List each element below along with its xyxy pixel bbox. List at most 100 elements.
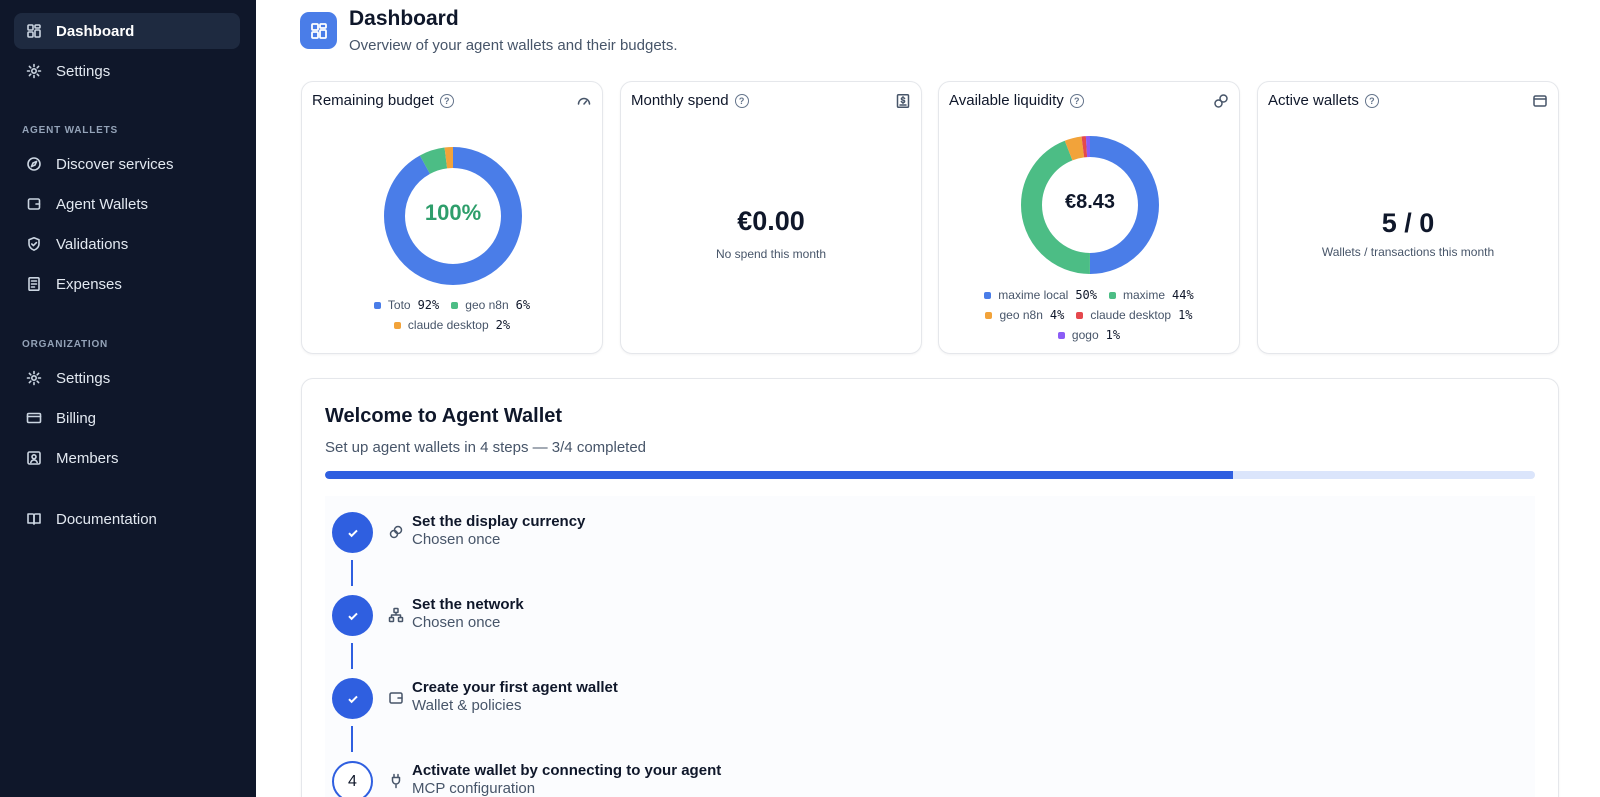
legend-label: gogo [1071,328,1099,342]
help-icon[interactable]: ? [439,93,454,108]
legend-label: maxime [1123,288,1166,302]
step-title: Activate wallet by connecting to your ag… [412,762,722,779]
step-title: Set the display currency [412,513,586,530]
legend-value: 2% [495,318,511,332]
legend-swatch [984,291,992,299]
setup-progress-bar [325,471,1535,479]
sidebar-item-billing[interactable]: Billing [14,400,240,436]
monthly-spend-value: €0.00 [737,206,805,236]
legend-value: 1% [1178,308,1193,322]
sidebar-item-label: Settings [56,62,111,80]
card-title: Remaining budget ? [312,92,454,109]
dashboard-icon [300,12,337,49]
sidebar-item-members[interactable]: Members [14,440,240,476]
legend-value: 6% [515,298,531,312]
check-icon [332,512,373,553]
user-square-icon [26,450,42,466]
legend-swatch [1109,291,1116,299]
sidebar-item-label: Settings [56,369,111,387]
sidebar-item-settings[interactable]: Settings [14,53,240,89]
setup-progress-fill [325,471,1233,479]
welcome-subtitle: Set up agent wallets in 4 steps — 3/4 co… [325,439,647,456]
sidebar-item-documentation[interactable]: Documentation [14,501,240,537]
sidebar-item-validations[interactable]: Validations [14,226,240,262]
legend-value: 92% [417,298,440,312]
step-connector [351,560,353,586]
step-number: 4 [332,761,373,797]
active-wallets-value: 5 / 0 [1381,208,1435,238]
step-network[interactable]: Set the network Chosen once [332,595,1512,669]
sidebar-group-organization: ORGANIZATION [22,339,109,350]
step-activate-wallet[interactable]: 4 Activate wallet by connecting to your … [332,761,1512,797]
card-title: Available liquidity ? [949,92,1084,109]
legend-label: Toto [387,298,411,312]
credit-card-icon [26,410,42,426]
legend-value: 44% [1172,288,1194,302]
card-title-text: Active wallets [1268,92,1359,109]
step-subtitle: Chosen once [412,614,501,631]
sidebar-item-discover-services[interactable]: Discover services [14,146,240,182]
legend-item: maxime local 50% [984,285,1097,305]
card-title-text: Available liquidity [949,92,1064,109]
gauge-icon [576,93,592,109]
legend-label: maxime local [998,288,1069,302]
legend-label: geo n8n [465,298,509,312]
compass-icon [26,156,42,172]
plug-icon [388,773,404,789]
step-connector [351,726,353,752]
step-connector [351,643,353,669]
step-subtitle: MCP configuration [412,780,536,797]
step-subtitle: Chosen once [412,531,501,548]
sidebar-group-agent-wallets: AGENT WALLETS [22,125,118,136]
available-liquidity-legend: maxime local 50% maxime 44% geo n8n 4% claude … [939,285,1239,345]
sidebar-item-label: Members [56,449,119,467]
monthly-spend-card: Monthly spend ? €0.00 No spend this mont… [620,81,922,354]
card-title: Monthly spend ? [631,92,749,109]
network-icon [388,607,404,623]
remaining-budget-legend: Toto 92% geo n8n 6% claude desktop 2% [302,295,602,335]
sidebar-item-label: Agent Wallets [56,195,148,213]
legend-value: 1% [1105,328,1121,342]
card-title: Active wallets ? [1268,92,1379,109]
available-liquidity-card: Available liquidity ? €8.43 maxime local… [938,81,1240,354]
remaining-budget-card: Remaining budget ? 100% Toto 92% geo n8n 6%… [301,81,603,354]
help-icon[interactable]: ? [1069,93,1084,108]
sidebar-item-expenses[interactable]: Expenses [14,266,240,302]
legend-value: 50% [1075,288,1097,302]
welcome-title: Welcome to Agent Wallet [325,405,563,427]
sidebar-item-label: Validations [56,235,129,253]
step-display-currency[interactable]: Set the display currency Chosen once [332,512,1512,586]
card-title-text: Remaining budget [312,92,434,109]
wallet-icon [26,196,42,212]
coins-icon [1213,93,1229,109]
legend-swatch [1076,311,1084,319]
legend-swatch [373,301,381,309]
legend-label: claude desktop [407,318,489,332]
check-icon [332,595,373,636]
step-title: Set the network [412,596,524,613]
dashboard-icon [26,23,42,39]
legend-item: geo n8n 6% [451,295,530,315]
sidebar-item-label: Discover services [56,155,174,173]
dollar-receipt-icon [895,93,911,109]
help-icon[interactable]: ? [1364,93,1379,108]
sidebar-item-dashboard[interactable]: Dashboard [14,13,240,49]
receipt-icon [26,276,42,292]
legend-item: maxime 44% [1109,285,1194,305]
sidebar-item-label: Expenses [56,275,122,293]
card-title-text: Monthly spend [631,92,729,109]
active-wallets-caption: Wallets / transactions this month [1321,245,1495,259]
sidebar-item-label: Dashboard [56,22,135,40]
step-create-wallet[interactable]: Create your first agent wallet Wallet & … [332,678,1512,752]
sidebar-item-agent-wallets[interactable]: Agent Wallets [14,186,240,222]
sidebar-item-org-settings[interactable]: Settings [14,360,240,396]
active-wallets-card: Active wallets ? 5 / 0 Wallets / transac… [1257,81,1559,354]
help-icon[interactable]: ? [734,93,749,108]
wallet-icon [1532,93,1548,109]
sidebar: Dashboard Settings AGENT WALLETS Discove… [0,0,256,797]
step-subtitle: Wallet & policies [412,697,522,714]
wallet-icon [388,690,404,706]
legend-value: 4% [1049,308,1065,322]
check-icon [332,678,373,719]
shield-check-icon [26,236,42,252]
